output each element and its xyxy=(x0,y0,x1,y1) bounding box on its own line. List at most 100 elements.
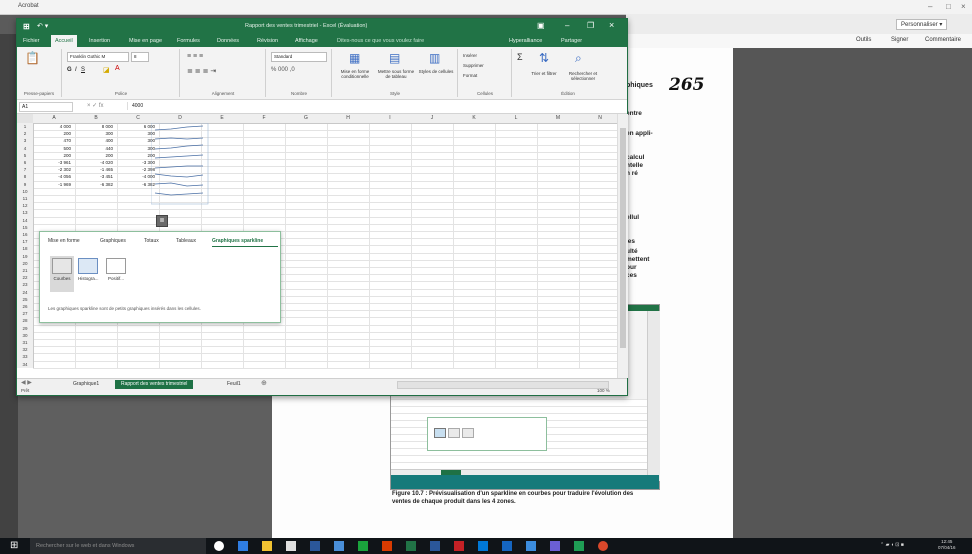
tell-me-box[interactable]: Dites-nous ce que vous voulez faire xyxy=(333,35,428,47)
app-icon-7[interactable] xyxy=(574,541,584,551)
app-icon-3[interactable] xyxy=(478,541,488,551)
table-cell[interactable]: 300 xyxy=(117,145,155,152)
row-header[interactable]: 24 xyxy=(17,288,34,296)
row-header[interactable]: 12 xyxy=(17,202,34,210)
add-sheet-icon[interactable]: ⊕ xyxy=(261,379,267,387)
autosum-icon[interactable]: Σ xyxy=(517,52,523,62)
app-icon-2[interactable] xyxy=(430,541,440,551)
column-header[interactable]: I xyxy=(369,114,412,124)
app-icon-5[interactable] xyxy=(526,541,536,551)
quick-analysis-icon[interactable]: ≣ xyxy=(156,215,168,227)
column-header[interactable]: L xyxy=(495,114,538,124)
paste-icon[interactable]: 📋 xyxy=(25,51,40,65)
table-cell[interactable]: 300 xyxy=(117,137,155,144)
row-header[interactable]: 33 xyxy=(17,353,34,361)
table-cell[interactable]: -1 969 xyxy=(33,181,71,188)
row-header[interactable]: 2 xyxy=(17,130,34,138)
tab-insert[interactable]: Insertion xyxy=(85,35,114,47)
table-cell[interactable]: -2 302 xyxy=(33,166,71,173)
row-header[interactable]: 28 xyxy=(17,317,34,325)
tab-review[interactable]: Révision xyxy=(253,35,282,47)
column-header[interactable]: M xyxy=(537,114,580,124)
row-header[interactable]: 1 xyxy=(17,123,34,131)
bold-icon[interactable]: G xyxy=(67,67,72,73)
row-header[interactable]: 27 xyxy=(17,310,34,318)
conditional-format-icon[interactable]: ▦ xyxy=(349,51,360,65)
row-header[interactable]: 32 xyxy=(17,346,34,354)
table-cell[interactable]: 200 xyxy=(75,152,113,159)
minimize-excel-icon[interactable]: – xyxy=(565,21,569,30)
row-header[interactable]: 30 xyxy=(17,331,34,339)
row-header[interactable]: 29 xyxy=(17,324,34,332)
outlook-icon[interactable] xyxy=(334,541,344,551)
share-button[interactable]: Partager xyxy=(557,35,586,47)
taskbar-search[interactable]: Rechercher sur le web et dans Windows xyxy=(30,538,206,554)
name-box[interactable]: A1 xyxy=(19,102,73,112)
app-icon-8[interactable] xyxy=(598,541,608,551)
store-icon[interactable] xyxy=(286,541,296,551)
sheet-tab-1[interactable]: Graphique1 xyxy=(67,380,105,389)
sheet-tab-2[interactable]: Rapport des ventes trimestriel xyxy=(115,380,194,389)
row-header[interactable]: 34 xyxy=(17,360,34,368)
table-cell[interactable]: 200 xyxy=(33,152,71,159)
restore-excel-icon[interactable]: ❐ xyxy=(587,21,594,30)
font-name-select[interactable]: Franklin Gothic M xyxy=(67,52,129,62)
number-format-select[interactable]: Standard xyxy=(271,52,327,62)
zoom-level[interactable]: 100 % xyxy=(597,388,610,393)
table-cell[interactable]: -6 382 xyxy=(117,181,155,188)
maximize-icon[interactable]: □ xyxy=(946,2,951,11)
table-cell[interactable]: 400 xyxy=(75,137,113,144)
format-as-table-icon[interactable]: ▤ xyxy=(389,51,400,65)
clock[interactable]: 12:45 07/04/16 xyxy=(938,539,956,551)
row-header[interactable]: 18 xyxy=(17,245,34,253)
table-cell[interactable]: 8 000 xyxy=(75,123,113,130)
align-icons-row2[interactable]: ≣ ≣ ≣ ⇥ xyxy=(187,67,216,75)
underline-icon[interactable]: S xyxy=(81,67,85,73)
formula-input[interactable]: 4000 xyxy=(127,102,612,110)
table-cell[interactable]: 200 xyxy=(117,152,155,159)
fx-icon[interactable]: × ✓ fx xyxy=(87,102,104,109)
tab-data[interactable]: Données xyxy=(213,35,243,47)
app-icon-6[interactable] xyxy=(550,541,560,551)
column-header[interactable]: K xyxy=(453,114,496,124)
ribbon-options-icon[interactable]: ▣ xyxy=(537,21,545,30)
sort-filter-icon[interactable]: ⇅ xyxy=(539,51,549,65)
tools-button[interactable]: Outils xyxy=(856,37,871,43)
qa-tab-sparklines[interactable]: Graphiques sparkline xyxy=(212,238,263,244)
row-header[interactable]: 22 xyxy=(17,274,34,282)
qa-tab-formatting[interactable]: Mise en forme xyxy=(48,238,80,244)
table-cell[interactable]: 6 000 xyxy=(117,123,155,130)
row-header[interactable]: 14 xyxy=(17,216,34,224)
sheet-tab-3[interactable]: Feuil1 xyxy=(221,380,247,389)
align-icons[interactable]: ≡ ≡ ≡ xyxy=(187,53,203,60)
save-icon[interactable]: ↶ ▾ xyxy=(37,22,48,30)
row-header[interactable]: 19 xyxy=(17,252,34,260)
table-cell[interactable]: -3 300 xyxy=(117,159,155,166)
explorer-icon[interactable] xyxy=(262,541,272,551)
account-name[interactable]: Hyperalliance xyxy=(505,35,546,47)
qa-tab-charts[interactable]: Graphiques xyxy=(100,238,126,244)
table-cell[interactable]: -3 451 xyxy=(75,173,113,180)
tray-icons[interactable]: ⌃ ▰ ◖ ⊡ ■ xyxy=(880,542,904,548)
qa-tab-totals[interactable]: Totaux xyxy=(144,238,159,244)
row-header[interactable]: 23 xyxy=(17,281,34,289)
app-icon-1[interactable] xyxy=(358,541,368,551)
tab-view[interactable]: Affichage xyxy=(291,35,322,47)
font-color-icon[interactable]: A xyxy=(115,65,120,72)
row-header[interactable]: 26 xyxy=(17,303,34,311)
insert-button[interactable]: Insérer xyxy=(463,53,477,58)
qa-tab-tables[interactable]: Tableaux xyxy=(176,238,196,244)
table-cell[interactable]: -4 020 xyxy=(75,159,113,166)
tab-formulas[interactable]: Formules xyxy=(173,35,204,47)
fill-color-icon[interactable]: ◪ xyxy=(103,66,110,74)
percent-icon[interactable]: % 000 ,0 xyxy=(271,67,295,73)
qa-option-win-loss[interactable]: Positif... xyxy=(106,258,126,286)
row-header[interactable]: 8 xyxy=(17,173,34,181)
row-header[interactable]: 4 xyxy=(17,144,34,152)
table-cell[interactable]: 300 xyxy=(117,130,155,137)
app-icon-4[interactable] xyxy=(502,541,512,551)
row-header[interactable]: 11 xyxy=(17,195,34,203)
row-header[interactable]: 7 xyxy=(17,166,34,174)
row-header[interactable]: 9 xyxy=(17,180,34,188)
row-header[interactable]: 6 xyxy=(17,159,34,167)
